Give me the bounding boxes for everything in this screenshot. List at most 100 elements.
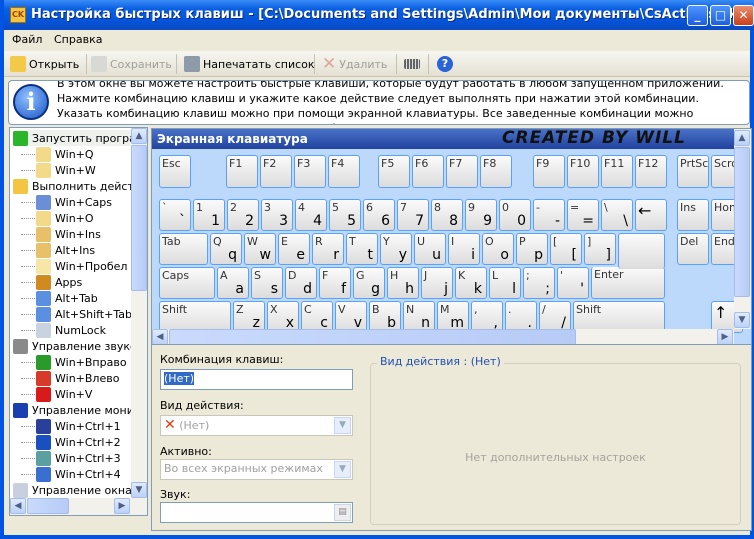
help-button[interactable]: ?: [437, 55, 453, 73]
tree-item[interactable]: Win+Ctrl+1: [36, 418, 121, 434]
scroll-down-button[interactable]: ▼: [734, 312, 750, 328]
tree-item[interactable]: Win+Ins: [36, 226, 101, 242]
key[interactable]: Gg: [353, 267, 385, 299]
key[interactable]: 88: [431, 199, 463, 231]
sound-input[interactable]: ▤: [160, 502, 353, 523]
key[interactable]: Ins: [677, 199, 709, 231]
tree-item[interactable]: Alt+Ins: [36, 242, 95, 258]
scroll-left-button[interactable]: ◀: [152, 329, 168, 344]
action-tree[interactable]: Win+ВнизУправление окнамиWin+Ctrl+4Win+C…: [9, 127, 148, 516]
scroll-thumb[interactable]: [27, 498, 69, 514]
key[interactable]: Oo: [482, 233, 514, 265]
key[interactable]: F5: [378, 155, 410, 188]
key[interactable]: \ \: [601, 199, 633, 231]
menu-help[interactable]: Справка: [54, 33, 102, 46]
save-button[interactable]: Сохранить: [91, 55, 172, 73]
key[interactable]: Enter: [591, 267, 665, 299]
key[interactable]: Aa: [217, 267, 249, 299]
delete-button[interactable]: ✕ Удалить: [322, 54, 387, 74]
key[interactable]: Jj: [421, 267, 453, 299]
tree-item[interactable]: NumLock: [36, 322, 106, 338]
keyboard-vertical-scrollbar[interactable]: ▲ ▼: [734, 129, 751, 329]
scroll-down-button[interactable]: ▼: [131, 482, 147, 498]
key[interactable]: Esc: [159, 155, 191, 188]
key[interactable]: F8: [480, 155, 512, 188]
tree-item[interactable]: Alt+Tab: [36, 290, 98, 306]
key[interactable]: 11: [193, 199, 225, 231]
scroll-right-button[interactable]: ▶: [717, 329, 733, 344]
scroll-thumb[interactable]: [734, 147, 750, 297]
key[interactable]: Rr: [312, 233, 344, 265]
key[interactable]: 77: [397, 199, 429, 231]
keyboard-horizontal-scrollbar[interactable]: ◀ ▶: [152, 329, 734, 344]
key[interactable]: Yy: [380, 233, 412, 265]
tree-item[interactable]: Win+O: [36, 210, 94, 226]
scroll-up-button[interactable]: ▲: [131, 128, 147, 144]
key[interactable]: Pp: [516, 233, 548, 265]
key[interactable]: Ii: [448, 233, 480, 265]
scroll-right-button[interactable]: ▶: [114, 498, 130, 514]
tree-item[interactable]: Win+W: [36, 162, 96, 178]
print-button[interactable]: Напечатать список: [184, 55, 315, 73]
browse-folder-icon[interactable]: ▤: [334, 504, 351, 521]
scroll-left-button[interactable]: ◀: [10, 498, 26, 514]
key[interactable]: Del: [677, 233, 709, 265]
tree-item[interactable]: Управление окнами: [13, 482, 147, 498]
key[interactable]: F10: [567, 155, 599, 188]
maximize-button[interactable]: □: [710, 5, 731, 26]
key[interactable]: 33: [261, 199, 293, 231]
action-select[interactable]: ✕ (Нет) ▼: [160, 415, 353, 436]
key[interactable]: Tab: [159, 233, 208, 265]
tree-item[interactable]: Apps: [36, 274, 82, 290]
key[interactable]: Ss: [251, 267, 283, 299]
key[interactable]: = =: [567, 199, 599, 231]
tree-horizontal-scrollbar[interactable]: ◀ ▶: [10, 498, 147, 515]
tree-item[interactable]: Win+Ctrl+3: [36, 450, 121, 466]
key[interactable]: ←: [635, 199, 667, 231]
key[interactable]: F12: [635, 155, 667, 188]
tree-item[interactable]: Win+Влево: [36, 370, 119, 386]
tree-vertical-scrollbar[interactable]: ▲ ▼: [131, 128, 147, 498]
chevron-down-icon[interactable]: ▼: [334, 461, 351, 478]
key[interactable]: 66: [363, 199, 395, 231]
tree-item[interactable]: Alt+Shift+Tab: [36, 306, 132, 322]
active-select[interactable]: Во всех экранных режимах ▼: [160, 459, 353, 480]
tree-item[interactable]: Запустить программу: [13, 130, 147, 146]
key[interactable]: Dd: [285, 267, 317, 299]
key[interactable]: --: [533, 199, 565, 231]
key[interactable]: 00: [499, 199, 531, 231]
key[interactable]: Kk: [455, 267, 487, 299]
minimize-button[interactable]: _: [687, 5, 708, 26]
key[interactable]: Ff: [319, 267, 351, 299]
tree-item[interactable]: Win+Q: [36, 146, 94, 162]
key[interactable]: Qq: [210, 233, 242, 265]
scroll-thumb[interactable]: [131, 145, 147, 291]
key[interactable]: Ww: [244, 233, 276, 265]
key[interactable]: F9: [533, 155, 565, 188]
tree-item[interactable]: Win+V: [36, 386, 92, 402]
key[interactable]: F4: [328, 155, 360, 188]
scroll-up-button[interactable]: ▲: [734, 130, 750, 146]
key[interactable]: F3: [294, 155, 326, 188]
key[interactable]: ]]: [584, 233, 616, 265]
tree-item[interactable]: Win+Вправо: [36, 354, 127, 370]
key[interactable]: Tt: [346, 233, 378, 265]
key[interactable]: F7: [446, 155, 478, 188]
key[interactable]: 44: [295, 199, 327, 231]
key[interactable]: Caps: [159, 267, 215, 299]
keyboard-button[interactable]: [404, 55, 420, 73]
chevron-down-icon[interactable]: ▼: [334, 417, 351, 434]
open-button[interactable]: Открыть: [10, 55, 79, 73]
key[interactable]: ` `: [159, 199, 191, 231]
close-button[interactable]: ✕: [733, 5, 754, 26]
key[interactable]: F6: [412, 155, 444, 188]
scroll-thumb[interactable]: [169, 329, 576, 344]
tree-item[interactable]: Win+Пробел: [36, 258, 127, 274]
tree-item[interactable]: Win+Caps: [36, 194, 112, 210]
key[interactable]: ' ': [557, 267, 589, 299]
key[interactable]: F1: [226, 155, 258, 188]
menu-file[interactable]: Файл: [12, 33, 42, 46]
key[interactable]: 22: [227, 199, 259, 231]
key[interactable]: 55: [329, 199, 361, 231]
key[interactable]: Hh: [387, 267, 419, 299]
